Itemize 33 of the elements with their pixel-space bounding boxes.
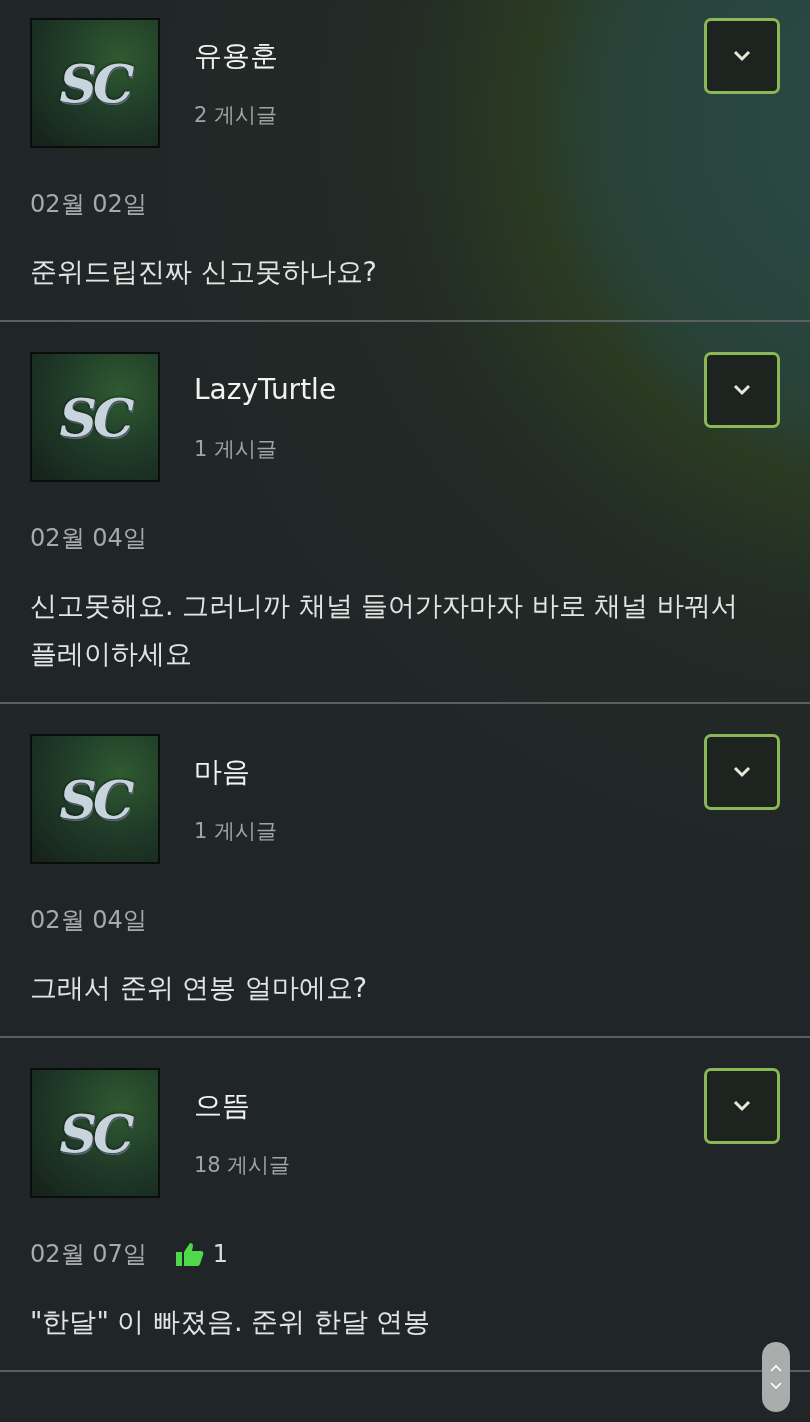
comment-text: 그래서 준위 연봉 얼마에요? — [30, 971, 368, 1005]
scroll-button[interactable] — [762, 1342, 790, 1412]
menu-button[interactable] — [704, 352, 780, 428]
chevron-down-icon — [733, 384, 751, 396]
menu-button[interactable] — [704, 1068, 780, 1144]
post-count: 1 게시글 — [194, 818, 279, 845]
like-count: 1 — [212, 1240, 228, 1268]
author-name: 마음 — [194, 754, 251, 790]
thumbs-up-icon — [174, 1241, 205, 1267]
post-count: 18 게시글 — [194, 1152, 292, 1179]
post-date: 02월 07일 — [30, 1239, 147, 1270]
chevron-down-icon — [733, 766, 751, 778]
author-name: 으뜸 — [194, 1088, 251, 1124]
comment-text: 준위드립진짜 신고못하나요? — [30, 255, 377, 289]
avatar-logo: SC — [59, 768, 131, 830]
comment-text: 신고못해요. 그러니까 채널 들어가자마자 바로 채널 바꿔서 플레이하세요 — [30, 589, 740, 671]
avatar-logo: SC — [59, 386, 131, 448]
post-count: 2 게시글 — [194, 102, 279, 129]
post-count: 1 게시글 — [194, 436, 279, 463]
avatar-logo: SC — [59, 52, 131, 114]
post-date: 02월 04일 — [30, 523, 147, 554]
chevron-down-icon — [770, 1382, 782, 1390]
comment-text: "한달" 이 빠졌음. 준위 한달 연봉 — [30, 1305, 431, 1339]
post-date: 02월 04일 — [30, 905, 147, 936]
avatar-logo: SC — [59, 1102, 131, 1164]
post-date: 02월 02일 — [30, 189, 147, 220]
chevron-down-icon — [733, 50, 751, 62]
chevron-down-icon — [733, 1100, 751, 1112]
author-name: LazyTurtle — [194, 372, 338, 408]
author-name: 유용훈 — [194, 38, 279, 74]
chevron-up-icon — [770, 1364, 782, 1372]
menu-button[interactable] — [704, 734, 780, 810]
menu-button[interactable] — [704, 18, 780, 94]
